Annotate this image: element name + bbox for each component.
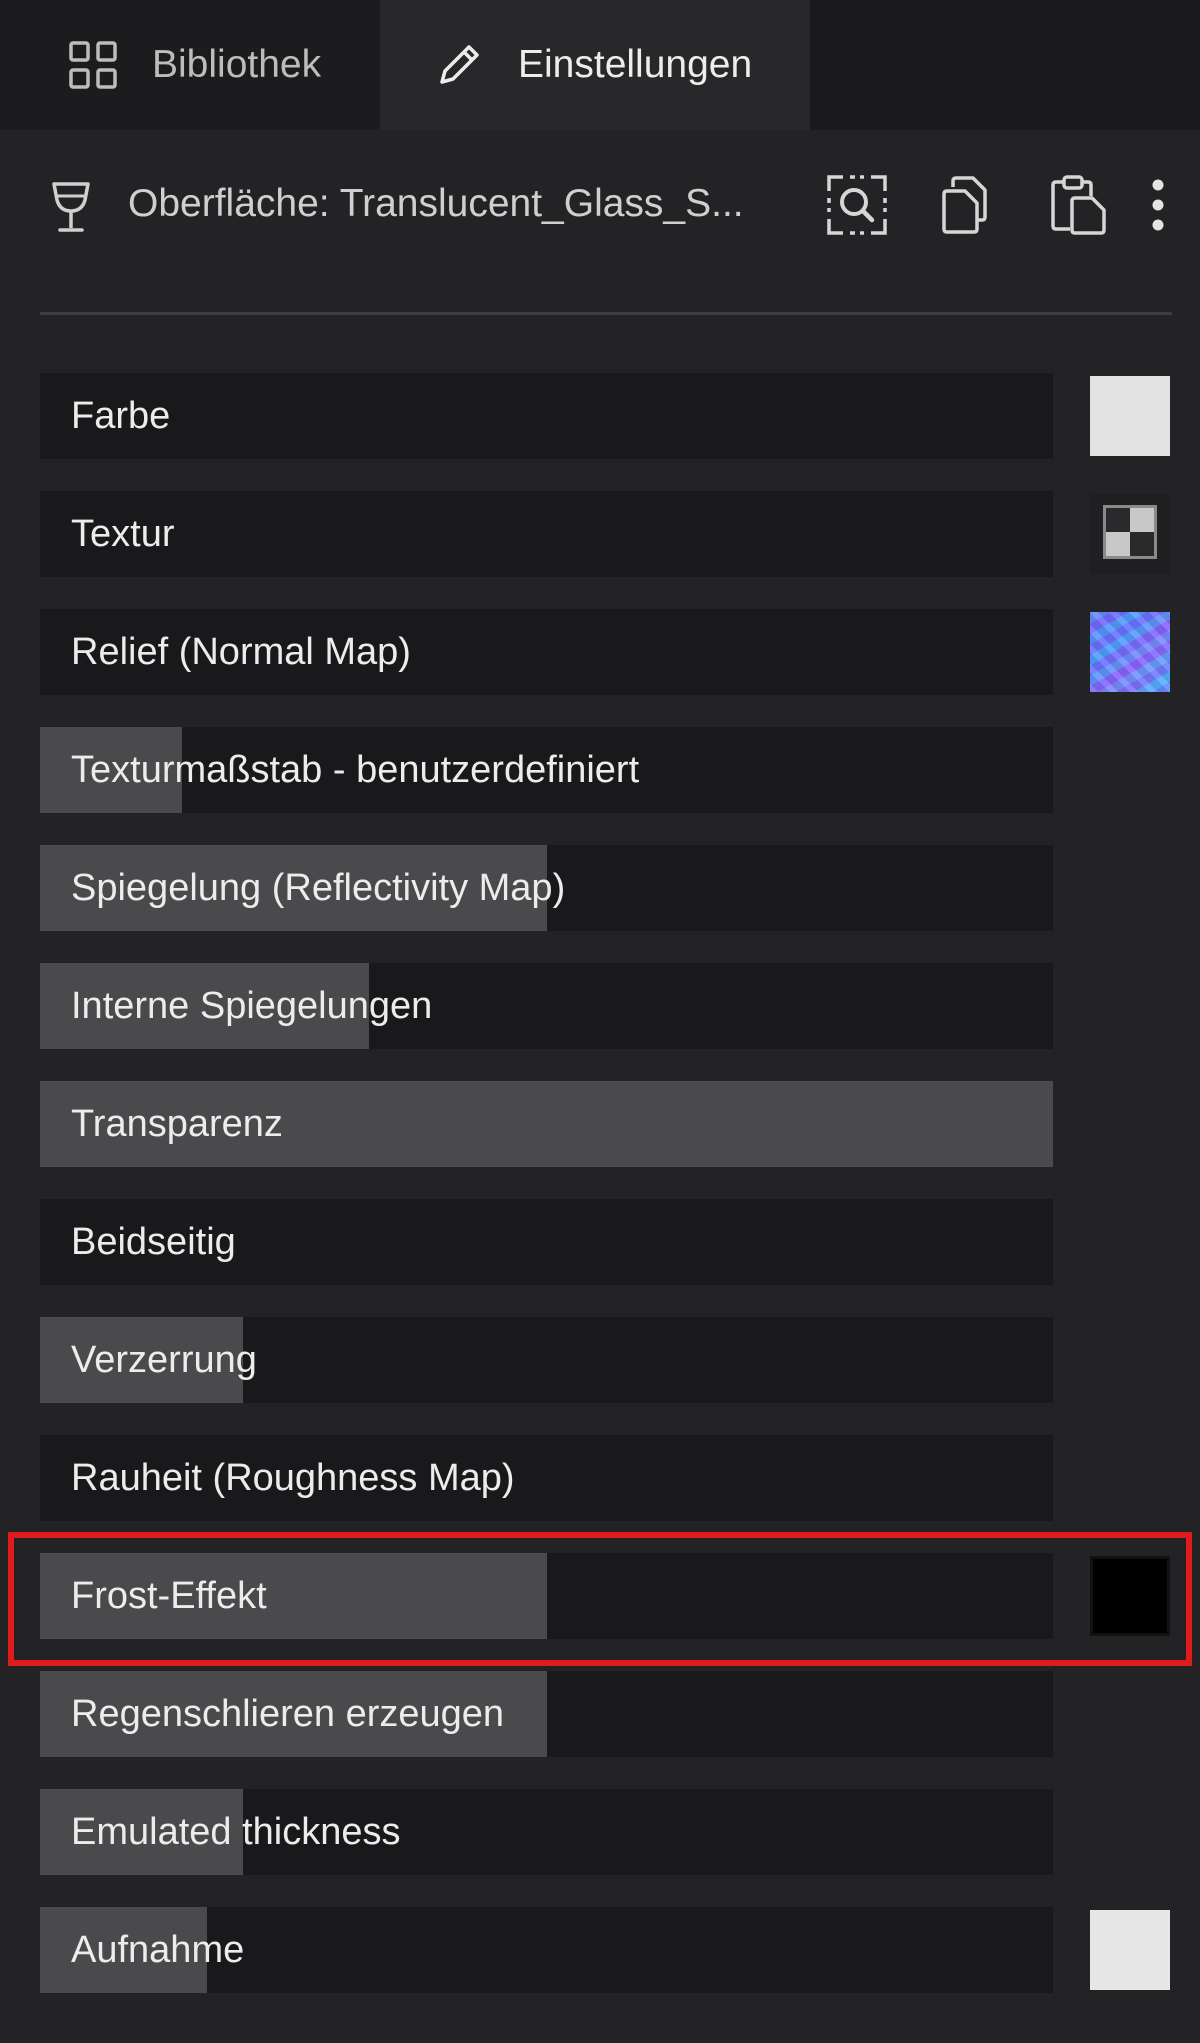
property-label: Regenschlieren erzeugen (71, 1693, 505, 1735)
property-slider[interactable]: Relief (Normal Map) (40, 609, 1053, 695)
tab-bar: Bibliothek Einstellungen (0, 0, 1200, 130)
property-row-texturmassstab: Texturmaßstab - benutzerdefiniert (40, 727, 1172, 813)
property-slider[interactable]: Transparenz (40, 1081, 1053, 1167)
property-slider[interactable]: Textur (40, 491, 1053, 577)
property-label: Aufnahme (71, 1929, 245, 1971)
property-slider[interactable]: Aufnahme (40, 1907, 1053, 1993)
material-title: Oberfläche: Translucent_Glass_S... (128, 182, 744, 225)
property-label: Texturmaßstab - benutzerdefiniert (71, 749, 640, 791)
property-row-transparenz: Transparenz (40, 1081, 1172, 1167)
paste-icon (1050, 174, 1108, 241)
property-label: Textur (71, 513, 175, 555)
pencil-icon (432, 38, 486, 92)
property-row-aufnahme: Aufnahme (40, 1907, 1172, 1993)
more-options-button[interactable] (1136, 172, 1180, 242)
property-label: Beidseitig (71, 1221, 236, 1263)
texture-slot[interactable] (1090, 494, 1170, 574)
property-slider[interactable]: Spiegelung (Reflectivity Map) (40, 845, 1053, 931)
property-label: Relief (Normal Map) (71, 631, 411, 673)
find-material-icon (825, 173, 889, 242)
property-slider[interactable]: Emulated thickness (40, 1789, 1053, 1875)
property-row-textur: Textur (40, 491, 1172, 577)
header-divider (40, 312, 1172, 315)
property-row-farbe: Farbe (40, 373, 1172, 459)
property-label: Interne Spiegelungen (71, 985, 433, 1027)
color-swatch[interactable] (1090, 1556, 1170, 1636)
property-slider[interactable]: Beidseitig (40, 1199, 1053, 1285)
material-header: Oberfläche: Translucent_Glass_S... (0, 130, 1200, 290)
property-label: Rauheit (Roughness Map) (71, 1457, 515, 1499)
property-slider[interactable]: Farbe (40, 373, 1053, 459)
property-slider[interactable]: Regenschlieren erzeugen (40, 1671, 1053, 1757)
tab-einstellungen[interactable]: Einstellungen (380, 0, 810, 130)
property-row-frost-effekt: Frost-Effekt (40, 1553, 1172, 1639)
property-label: Spiegelung (Reflectivity Map) (71, 867, 566, 909)
property-row-emulated-thickness: Emulated thickness (40, 1789, 1172, 1875)
property-row-rauheit: Rauheit (Roughness Map) (40, 1435, 1172, 1521)
more-vertical-icon (1150, 179, 1166, 236)
material-settings-panel: Bibliothek Einstellungen Oberfläche: Tra… (0, 0, 1200, 2043)
property-label: Frost-Effekt (71, 1575, 267, 1617)
property-label: Verzerrung (71, 1339, 257, 1381)
texture-icon (1101, 503, 1159, 566)
property-label: Transparenz (71, 1103, 283, 1145)
property-row-beidseitig: Beidseitig (40, 1199, 1172, 1285)
tab-bibliothek-label: Bibliothek (152, 43, 322, 86)
copy-button[interactable] (932, 172, 1002, 242)
color-swatch[interactable] (1090, 1910, 1170, 1990)
tab-einstellungen-label: Einstellungen (518, 43, 753, 86)
normal-map-thumbnail[interactable] (1090, 612, 1170, 692)
find-material-button[interactable] (822, 172, 892, 242)
property-label: Emulated thickness (71, 1811, 401, 1853)
property-slider[interactable]: Rauheit (Roughness Map) (40, 1435, 1053, 1521)
property-row-regenschlieren: Regenschlieren erzeugen (40, 1671, 1172, 1757)
wineglass-icon (48, 180, 94, 236)
color-swatch[interactable] (1090, 376, 1170, 456)
property-row-interne-spiegelungen: Interne Spiegelungen (40, 963, 1172, 1049)
paste-button[interactable] (1044, 172, 1114, 242)
tab-bibliothek[interactable]: Bibliothek (0, 0, 380, 130)
property-slider[interactable]: Frost-Effekt (40, 1553, 1053, 1639)
property-row-verzerrung: Verzerrung (40, 1317, 1172, 1403)
copy-icon (939, 175, 995, 240)
grid-icon (66, 38, 120, 92)
property-slider[interactable]: Interne Spiegelungen (40, 963, 1053, 1049)
property-label: Farbe (71, 395, 171, 437)
property-slider[interactable]: Texturmaßstab - benutzerdefiniert (40, 727, 1053, 813)
property-row-spiegelung: Spiegelung (Reflectivity Map) (40, 845, 1172, 931)
property-slider[interactable]: Verzerrung (40, 1317, 1053, 1403)
property-row-relief: Relief (Normal Map) (40, 609, 1172, 695)
